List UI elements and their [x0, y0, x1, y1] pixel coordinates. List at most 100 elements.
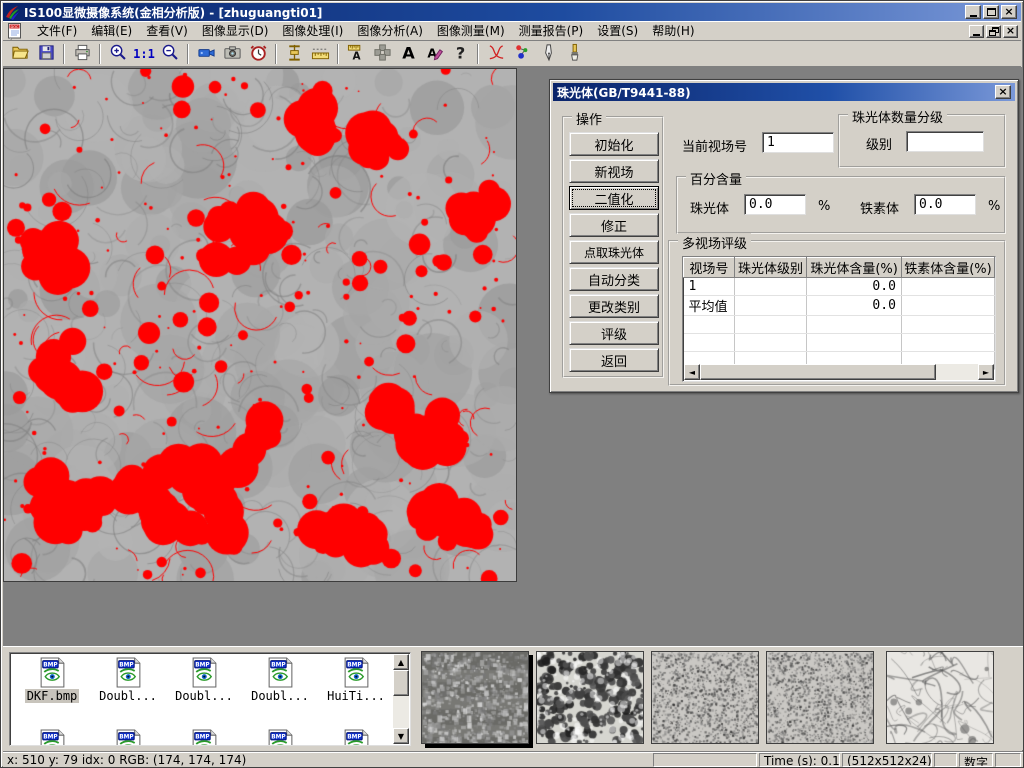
child-close-button[interactable]: × [1003, 25, 1018, 38]
grade-input[interactable] [906, 131, 984, 152]
child-restore-button[interactable] [986, 25, 1001, 38]
toolbar-separator [337, 44, 339, 64]
menu-item-5[interactable]: 图像处理(I) [275, 22, 350, 40]
file-item-row2-2[interactable]: BMP [92, 729, 164, 746]
help-button[interactable]: ? [447, 42, 473, 66]
child-minimize-button[interactable] [969, 25, 984, 38]
menu-item-9[interactable]: 设置(S) [590, 22, 645, 40]
file-item-doubl-[interactable]: BMPDoubl... [92, 657, 164, 703]
brush-button[interactable] [561, 42, 587, 66]
spline-button[interactable] [483, 42, 509, 66]
sample-thumbnail-image-1[interactable] [422, 652, 528, 743]
change-class-button[interactable]: 更改类别 [569, 294, 659, 318]
table-cell: 平均值 [684, 296, 735, 316]
bottom-panel: BMPDKF.bmpBMPDoubl...BMPDoubl...BMPDoubl… [3, 646, 1023, 750]
document-icon[interactable]: DOC [6, 22, 24, 40]
zoom-out-icon [161, 43, 180, 65]
save-icon [37, 43, 56, 65]
menu-item-1[interactable]: 文件(F) [30, 22, 84, 40]
application-window: IS100显微摄像系统(金相分析版) - [zhuguangti01] × DO… [0, 0, 1024, 768]
scroll-left-arrow[interactable]: ◄ [684, 364, 700, 380]
file-name: DKF.bmp [25, 689, 80, 703]
menu-item-3[interactable]: 查看(V) [139, 22, 195, 40]
scroll-thumb[interactable] [700, 364, 936, 380]
ferrite-percent-input[interactable]: 0.0 [914, 194, 976, 215]
dialog-close-button[interactable]: × [995, 85, 1011, 99]
sample-thumbnail-4[interactable] [766, 651, 874, 744]
sample-thumbnail-1[interactable] [421, 651, 529, 744]
sample-thumbnail-3[interactable] [651, 651, 759, 744]
menu-item-8[interactable]: 测量报告(P) [512, 22, 591, 40]
scroll-right-arrow[interactable]: ► [978, 364, 994, 380]
pen-button[interactable] [535, 42, 561, 66]
current-field-input[interactable]: 1 [762, 132, 834, 153]
sample-thumbnail-image-3[interactable] [652, 652, 758, 743]
camera-button[interactable] [219, 42, 245, 66]
file-item-row2-3[interactable]: BMP [168, 729, 240, 746]
status-time: Time (s): 0.113 [759, 753, 840, 767]
close-button[interactable]: × [1001, 5, 1017, 19]
file-item-doubl-[interactable]: BMPDoubl... [244, 657, 316, 703]
timer-button[interactable] [245, 42, 271, 66]
actual-size-button[interactable]: 1:1 [131, 42, 157, 66]
zoom-in-button[interactable] [105, 42, 131, 66]
workspace: 珠光体(GB/T9441-88) × 操作 初始化新视场二值化修正点取珠光体自动… [3, 67, 1023, 646]
pattern-button[interactable] [369, 42, 395, 66]
file-item-huiti-[interactable]: BMPHuiTi... [320, 657, 392, 703]
classify-button[interactable] [509, 42, 535, 66]
file-item-row2-5[interactable]: BMP [320, 729, 392, 746]
file-item-dkf-bmp[interactable]: BMPDKF.bmp [16, 657, 88, 703]
pick-pearlite-button[interactable]: 点取珠光体 [569, 240, 659, 264]
table-row: 平均值0.0 [684, 296, 995, 316]
new-field-button[interactable]: 新视场 [569, 159, 659, 183]
pearlite-percent-input[interactable]: 0.0 [744, 194, 806, 215]
open-button[interactable] [7, 42, 33, 66]
sample-thumbnail-image-2[interactable] [537, 652, 643, 743]
caliper-button[interactable] [281, 42, 307, 66]
vertical-scroll-thumb[interactable] [393, 670, 409, 696]
save-button[interactable] [33, 42, 59, 66]
sample-thumbnail-image-5[interactable] [887, 652, 993, 743]
file-item-row2-1[interactable]: BMP [16, 729, 88, 746]
rate-button[interactable]: 评级 [569, 321, 659, 345]
menu-item-10[interactable]: 帮助(H) [645, 22, 701, 40]
auto-classify-button[interactable]: 自动分类 [569, 267, 659, 291]
minimize-button[interactable] [965, 5, 981, 19]
initialize-button[interactable]: 初始化 [569, 132, 659, 156]
menu-item-7[interactable]: 图像测量(M) [430, 22, 512, 40]
current-field-label: 当前视场号 [682, 136, 747, 155]
table-horizontal-scrollbar[interactable]: ◄ ► [684, 364, 994, 380]
ruler-button[interactable] [307, 42, 333, 66]
window-title: IS100显微摄像系统(金相分析版) - [zhuguangti01] [24, 4, 965, 21]
micrograph-image-frame [3, 68, 517, 582]
measure-text-button[interactable]: A [343, 42, 369, 66]
sample-thumbnail-image-4[interactable] [767, 652, 873, 743]
binarize-button[interactable]: 二值化 [569, 186, 659, 210]
scroll-up-arrow[interactable]: ▲ [393, 654, 409, 670]
print-icon [73, 43, 92, 65]
correct-button[interactable]: 修正 [569, 213, 659, 237]
sample-thumbnail-5[interactable] [886, 651, 994, 744]
scroll-down-arrow[interactable]: ▼ [393, 728, 409, 744]
print-button[interactable] [69, 42, 95, 66]
text-button[interactable]: A [395, 42, 421, 66]
zoom-out-button[interactable] [157, 42, 183, 66]
title-bar: IS100显微摄像系统(金相分析版) - [zhuguangti01] × [3, 3, 1021, 21]
menu-item-4[interactable]: 图像显示(D) [195, 22, 276, 40]
svg-text:BMP: BMP [347, 663, 361, 669]
file-item-row2-4[interactable]: BMP [244, 729, 316, 746]
micrograph-image[interactable] [4, 69, 516, 581]
video-camera-button[interactable] [193, 42, 219, 66]
svg-text:BMP: BMP [43, 735, 57, 741]
sample-thumbnail-2[interactable] [536, 651, 644, 744]
dialog-title-bar: 珠光体(GB/T9441-88) × [553, 83, 1015, 101]
annotate-button[interactable]: A [421, 42, 447, 66]
menu-item-2[interactable]: 编辑(E) [84, 22, 139, 40]
status-panel-empty-3 [995, 753, 1021, 767]
file-browser-scrollbar[interactable]: ▲ ▼ [393, 654, 409, 744]
menu-item-6[interactable]: 图像分析(A) [350, 22, 430, 40]
app-icon[interactable] [5, 5, 21, 20]
maximize-button[interactable] [983, 5, 999, 19]
file-item-doubl-[interactable]: BMPDoubl... [168, 657, 240, 703]
return-button[interactable]: 返回 [569, 348, 659, 372]
